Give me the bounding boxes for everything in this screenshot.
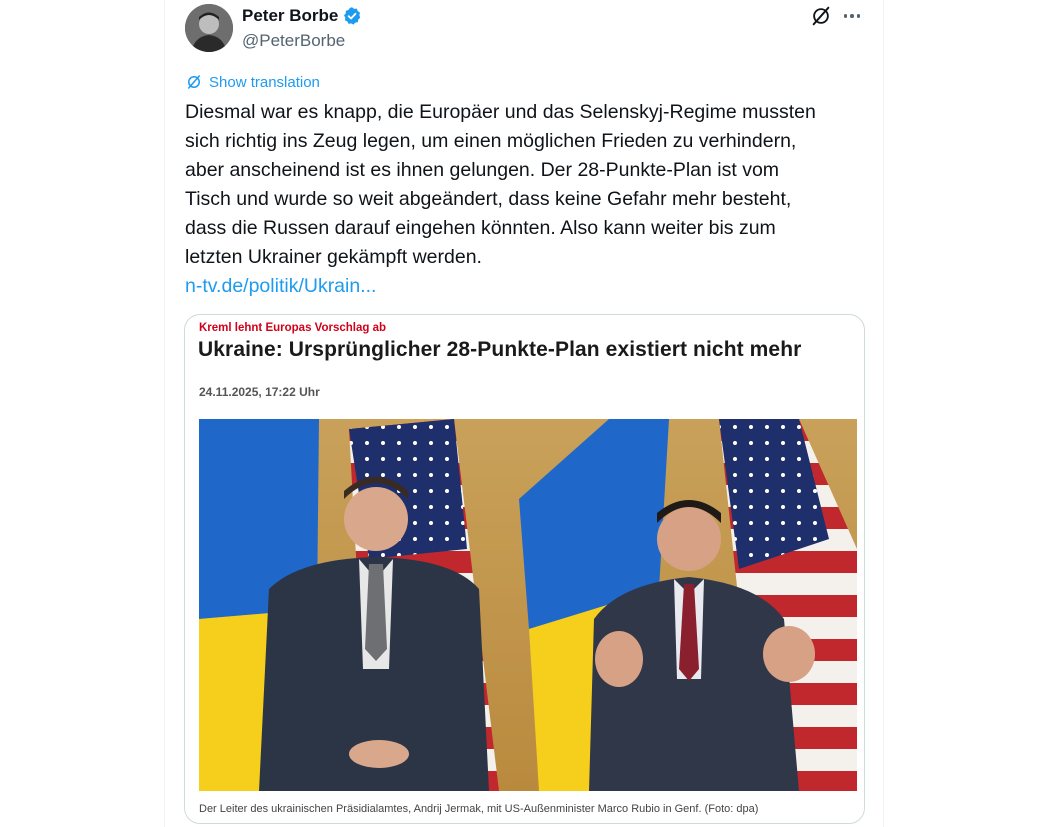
card-date: 24.11.2025, 17:22 Uhr: [199, 385, 320, 399]
tweet-text-line: Diesmal war es knapp, die Europäer und d…: [185, 101, 816, 123]
verified-badge-icon: [342, 6, 362, 26]
card-photo: [199, 419, 857, 791]
avatar-photo-icon: [185, 4, 233, 52]
card-headline: Ukraine: Ursprünglicher 28-Punkte-Plan e…: [198, 338, 802, 361]
author-handle[interactable]: @PeterBorbe: [242, 31, 345, 51]
show-translation-label: Show translation: [209, 73, 320, 91]
translate-icon: [188, 75, 200, 89]
author-display-name[interactable]: Peter Borbe: [242, 6, 338, 26]
tweet-text-line: letzten Ukrainer gekämpft werden.: [185, 246, 482, 268]
tweet-text-line: dass die Russen darauf eingehen könnten.…: [185, 217, 776, 239]
tweet-text-line: sich richtig ins Zeug legen, um einen mö…: [185, 130, 797, 152]
tweet-link[interactable]: n-tv.de/politik/Ukrain...: [185, 272, 376, 301]
author-name-row: Peter Borbe: [242, 6, 362, 26]
tweet-text-line: aber anscheinend ist es ihnen gelungen. …: [185, 159, 780, 181]
tweet-column: Peter Borbe @PeterBorbe Show translation…: [164, 0, 884, 827]
tweet-text: Diesmal war es knapp, die Europäer und d…: [185, 98, 875, 272]
card-photo-caption: Der Leiter des ukrainischen Präsidialamt…: [199, 803, 759, 815]
link-preview-card[interactable]: Kreml lehnt Europas Vorschlag ab Ukraine…: [184, 314, 865, 824]
avatar[interactable]: [185, 4, 233, 52]
more-horizontal-icon[interactable]: [841, 5, 863, 27]
card-kicker: Kreml lehnt Europas Vorschlag ab: [199, 322, 387, 334]
show-translation-button[interactable]: Show translation: [185, 73, 320, 91]
grok-icon[interactable]: [810, 5, 832, 27]
tweet-text-line: Tisch und wurde so weit abgeändert, dass…: [185, 188, 792, 210]
